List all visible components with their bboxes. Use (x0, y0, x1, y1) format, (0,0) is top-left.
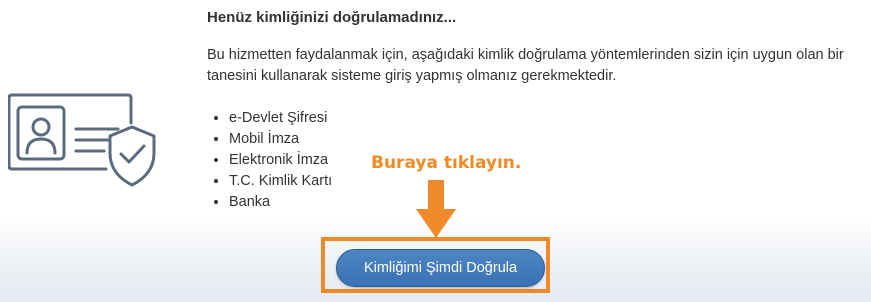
id-card-shield-icon (8, 93, 156, 187)
list-item: e-Devlet Şifresi (229, 108, 332, 129)
notice-heading: Henüz kimliğinizi doğrulamadınız... (207, 9, 457, 26)
list-item: Elektronik İmza (229, 150, 332, 171)
notice-description: Bu hizmetten faydalanmak için, aşağıdaki… (207, 47, 844, 84)
list-item: T.C. Kimlik Kartı (229, 171, 332, 192)
list-item: Banka (229, 192, 332, 213)
down-arrow-icon (416, 180, 456, 238)
verify-identity-button[interactable]: Kimliğimi Şimdi Doğrula (336, 249, 545, 287)
list-item: Mobil İmza (229, 129, 332, 150)
verification-methods-list: e-Devlet Şifresi Mobil İmza Elektronik İ… (207, 108, 332, 213)
click-here-annotation: Buraya tıklayın. (371, 153, 522, 173)
